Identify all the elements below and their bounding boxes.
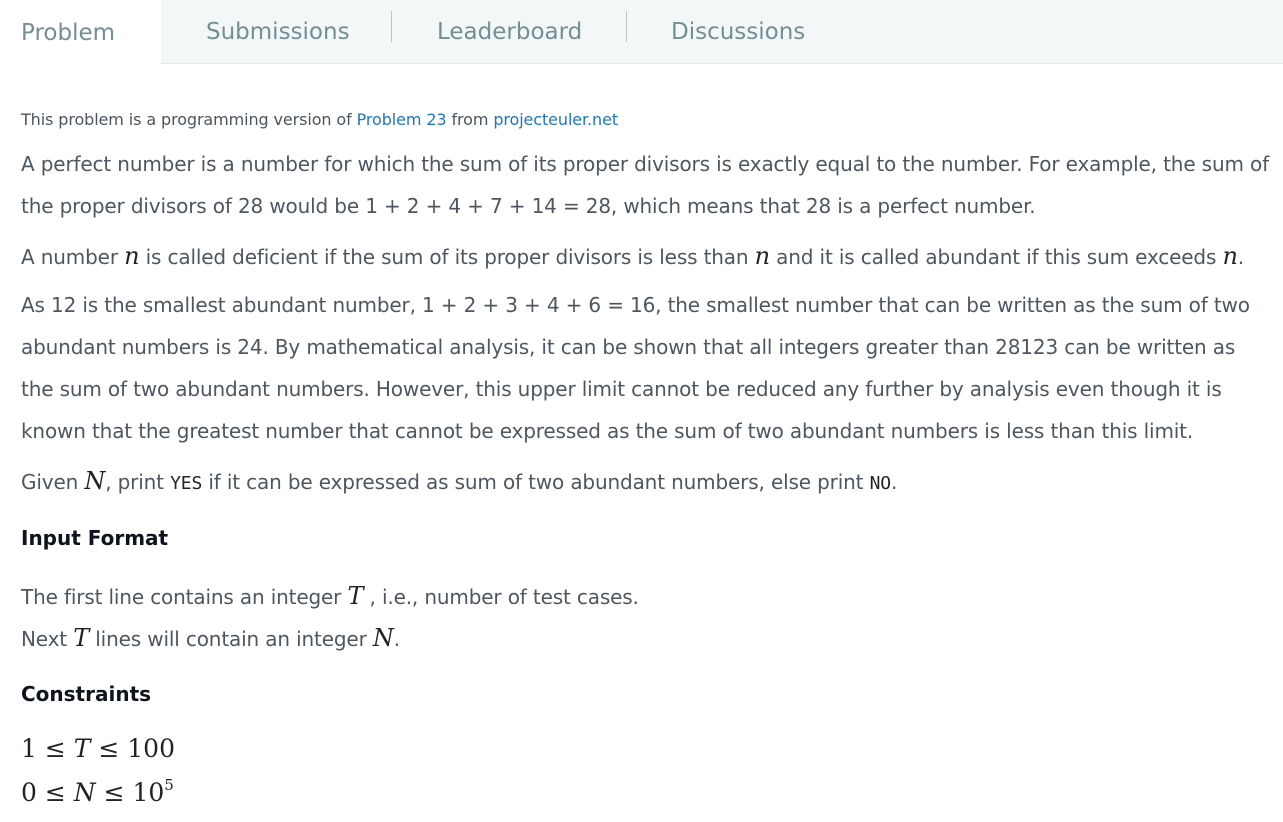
- p4-text-d: .: [890, 470, 898, 494]
- input-format-heading: Input Format: [21, 526, 169, 550]
- tab-submissions[interactable]: Submissions: [206, 0, 350, 64]
- f1-text-b: , i.e., number of test cases.: [363, 585, 639, 609]
- paragraph-task: Given N, print YES if it can be expresse…: [21, 460, 1271, 505]
- p2-text-d: .: [1237, 245, 1244, 269]
- exponent: 5: [164, 776, 174, 794]
- math-var-n: n: [754, 242, 770, 270]
- source-note-prefix: This problem is a programming version of: [21, 110, 357, 129]
- constraint-N: 0 ≤ N ≤ 105: [21, 776, 174, 807]
- code-yes: YES: [170, 473, 203, 494]
- f2-text-a: Next: [21, 627, 74, 651]
- input-format-line-1: The first line contains an integer T , i…: [21, 575, 639, 618]
- paragraph-perfect-number: A perfect number is a number for which t…: [21, 152, 1269, 218]
- tab-divider: [626, 11, 627, 42]
- p2-text-a: A number: [21, 245, 125, 269]
- projecteuler-link[interactable]: projecteuler.net: [493, 110, 618, 129]
- p2-text-b: is called deficient if the sum of its pr…: [139, 245, 755, 269]
- math-var-N: N: [84, 467, 106, 495]
- tab-divider: [391, 11, 392, 42]
- paragraph-analysis: As 12 is the smallest abundant number, 1…: [21, 293, 1250, 443]
- f2-text-c: .: [393, 627, 400, 651]
- math-var-T: T: [347, 582, 364, 610]
- math-var-T: T: [73, 734, 91, 763]
- tab-discussions[interactable]: Discussions: [671, 0, 805, 64]
- p2-text-c: and it is called abundant if this sum ex…: [769, 245, 1223, 269]
- math-var-N: N: [73, 778, 96, 807]
- constraints-heading: Constraints: [21, 682, 152, 706]
- math-var-n: n: [124, 242, 140, 270]
- tab-leaderboard[interactable]: Leaderboard: [437, 0, 582, 64]
- input-format-line-2: Next T lines will contain an integer N.: [21, 617, 400, 660]
- p4-text-c: if it can be expressed as sum of two abu…: [202, 470, 870, 494]
- paragraph-deficient-abundant: A number n is called deficient if the su…: [21, 235, 1271, 278]
- math-var-n: n: [1222, 242, 1238, 270]
- c1-text-b: ≤ 100: [90, 734, 175, 763]
- p4-text-a: Given: [21, 470, 85, 494]
- f2-text-b: lines will contain an integer: [89, 627, 373, 651]
- tab-bar: Problem Submissions Leaderboard Discussi…: [0, 0, 1283, 65]
- source-note: This problem is a programming version of…: [21, 110, 618, 129]
- c2-text-b: ≤ 10: [95, 778, 165, 807]
- code-no: NO: [869, 473, 892, 494]
- f1-text-a: The first line contains an integer: [21, 585, 348, 609]
- problem-23-link[interactable]: Problem 23: [357, 110, 447, 129]
- c1-text-a: 1 ≤: [21, 734, 74, 763]
- p4-text-b: , print: [105, 470, 171, 494]
- tab-problem[interactable]: Problem: [0, 0, 161, 65]
- source-note-middle: from: [446, 110, 494, 129]
- math-var-N: N: [372, 624, 394, 652]
- c2-text-a: 0 ≤: [21, 778, 74, 807]
- math-var-T: T: [73, 624, 90, 652]
- constraint-T: 1 ≤ T ≤ 100: [21, 734, 175, 763]
